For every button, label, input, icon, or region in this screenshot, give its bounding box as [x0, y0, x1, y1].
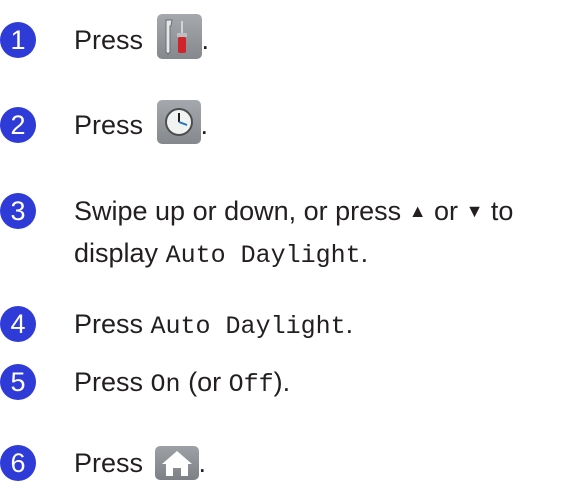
date-time-button[interactable] [156, 99, 201, 144]
settings-button[interactable] [156, 14, 202, 60]
home-icon [161, 450, 192, 476]
step-end: . [201, 25, 210, 55]
down-arrow-icon: ▼ [465, 201, 484, 221]
press-label: Press [74, 110, 144, 140]
step-text: Press On (or Off). [74, 367, 291, 399]
step-end: . [200, 110, 209, 140]
option-on: On [150, 370, 181, 399]
step-text: Press . [74, 99, 209, 144]
home-button[interactable] [154, 445, 199, 480]
step-text: Press Auto Daylight. [74, 309, 354, 341]
setting-name: Auto Daylight [165, 241, 361, 270]
up-arrow-icon: ▲ [408, 201, 427, 221]
settings-tools-icon [165, 19, 187, 56]
setting-name: Auto Daylight [150, 312, 346, 341]
option-off: Off [228, 370, 274, 399]
clock-icon [164, 107, 193, 136]
press-label: Press [74, 25, 144, 55]
step-number: 6 [0, 445, 36, 481]
step-number: 2 [0, 107, 36, 143]
step-text: Press . [74, 445, 206, 481]
step-text: Press . [74, 14, 210, 60]
step-number: 1 [0, 22, 36, 58]
step-number: 4 [0, 306, 36, 342]
step-text-line-1: Swipe up or down, or press ▲ or ▼ to [74, 196, 514, 226]
step-number: 5 [0, 364, 36, 400]
step-number: 3 [0, 193, 36, 229]
step-text-line-2: display Auto Daylight. [74, 238, 369, 270]
